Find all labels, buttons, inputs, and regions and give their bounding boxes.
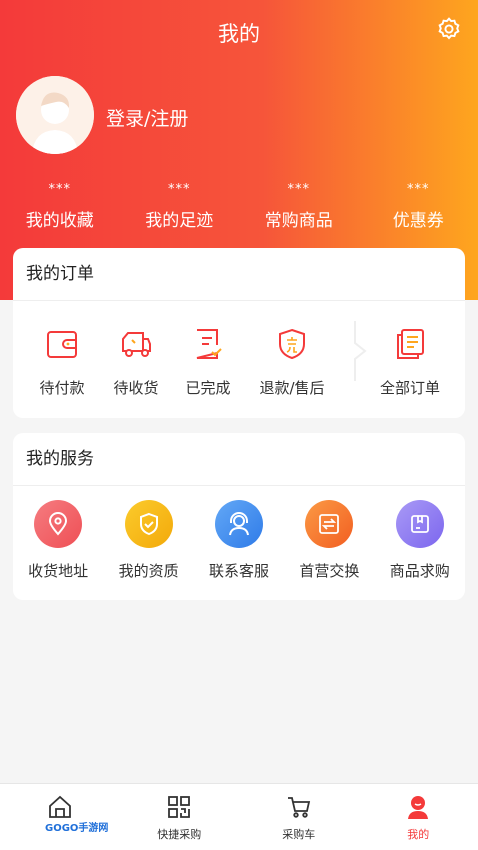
service-product-request[interactable]: 商品求购: [380, 500, 460, 581]
services-row: 收货地址 我的资质 联系客服 首营交换 商品求购: [13, 486, 465, 581]
orders-list-icon: [397, 329, 424, 359]
service-customer-support[interactable]: 联系客服: [199, 500, 279, 581]
stat-label: 我的足迹: [145, 211, 214, 231]
tab-label: 我的: [407, 828, 430, 841]
tab-profile[interactable]: 我的: [359, 784, 478, 850]
page-title: 我的: [218, 22, 260, 46]
services-title: 我的服务: [13, 433, 465, 486]
tab-cart[interactable]: 采购车: [239, 784, 359, 850]
stat-label: 常购商品: [264, 211, 333, 231]
bottom-tab-bar: 首页 GOGO手游网 快捷采购 采购车 我的: [0, 783, 478, 850]
default-avatar-icon: [16, 76, 94, 154]
service-label: 收货地址: [28, 562, 89, 580]
services-card: 我的服务 收货地址 我的资质 联系客服 首营交换 商品求购: [13, 433, 465, 600]
tab-label: 采购车: [282, 828, 316, 841]
profile-icon: [408, 796, 429, 819]
avatar[interactable]: [16, 76, 94, 154]
service-label: 商品求购: [389, 562, 450, 580]
orders-title: 我的订单: [13, 248, 465, 301]
settings-gear-icon[interactable]: [436, 16, 462, 42]
order-label: 已完成: [185, 379, 231, 397]
truck-icon: [122, 332, 151, 357]
orders-row: 待付款 待收货 已完成 退款/售后 全部订单: [13, 301, 465, 398]
box-icon: [395, 500, 444, 548]
stat-frequent-products[interactable]: *** 常购商品: [239, 182, 359, 231]
service-label: 联系客服: [208, 562, 269, 580]
stat-value: ***: [168, 182, 191, 197]
order-pending-receipt[interactable]: 待收货: [111, 327, 161, 398]
qr-icon: [168, 796, 191, 818]
stat-favorites[interactable]: *** 我的收藏: [0, 182, 120, 231]
login-register-link[interactable]: 登录/注册: [106, 104, 188, 131]
order-completed[interactable]: 已完成: [161, 327, 255, 398]
stat-label: 我的收藏: [25, 211, 94, 231]
order-label: 全部订单: [379, 379, 440, 397]
tab-label: 快捷采购: [157, 828, 202, 841]
watermark-logo: GOGO手游网: [42, 818, 112, 835]
order-label: 待收货: [113, 379, 159, 397]
service-my-qualifications[interactable]: 我的资质: [109, 500, 189, 581]
orders-card: 我的订单 待付款 待收货 已完成 退款/售后 全部订单: [13, 248, 465, 418]
order-pending-payment[interactable]: 待付款: [13, 327, 111, 398]
service-first-business-exchange[interactable]: 首营交换: [289, 500, 369, 581]
stats-row: *** 我的收藏 *** 我的足迹 *** 常购商品 *** 优惠券: [0, 182, 478, 231]
shield-check-icon: [124, 500, 173, 548]
stat-value: ***: [287, 182, 310, 197]
document-check-icon: [196, 329, 222, 359]
order-refund-aftersale[interactable]: 退款/售后: [255, 327, 329, 398]
cart-icon: [287, 797, 310, 818]
stat-value: ***: [48, 182, 71, 197]
divider-shadow: [354, 321, 367, 381]
stat-footprints[interactable]: *** 我的足迹: [120, 182, 240, 231]
service-shipping-address[interactable]: 收货地址: [18, 500, 98, 581]
location-pin-icon: [34, 500, 83, 548]
shield-sale-icon: [279, 328, 305, 360]
headset-icon: [214, 500, 263, 548]
home-icon: [48, 795, 71, 818]
stat-label: 优惠券: [392, 211, 444, 231]
exchange-icon: [305, 500, 354, 548]
tab-home[interactable]: 首页 GOGO手游网: [0, 784, 120, 850]
order-label: 待付款: [39, 379, 85, 397]
service-label: 我的资质: [118, 562, 179, 580]
tab-quick-purchase[interactable]: 快捷采购: [120, 784, 240, 850]
service-label: 首营交换: [299, 562, 360, 580]
order-label: 退款/售后: [259, 379, 325, 397]
wallet-icon: [47, 331, 77, 358]
stat-value: ***: [407, 182, 430, 197]
stat-coupons[interactable]: *** 优惠券: [359, 182, 478, 231]
order-all[interactable]: 全部订单: [368, 327, 452, 398]
